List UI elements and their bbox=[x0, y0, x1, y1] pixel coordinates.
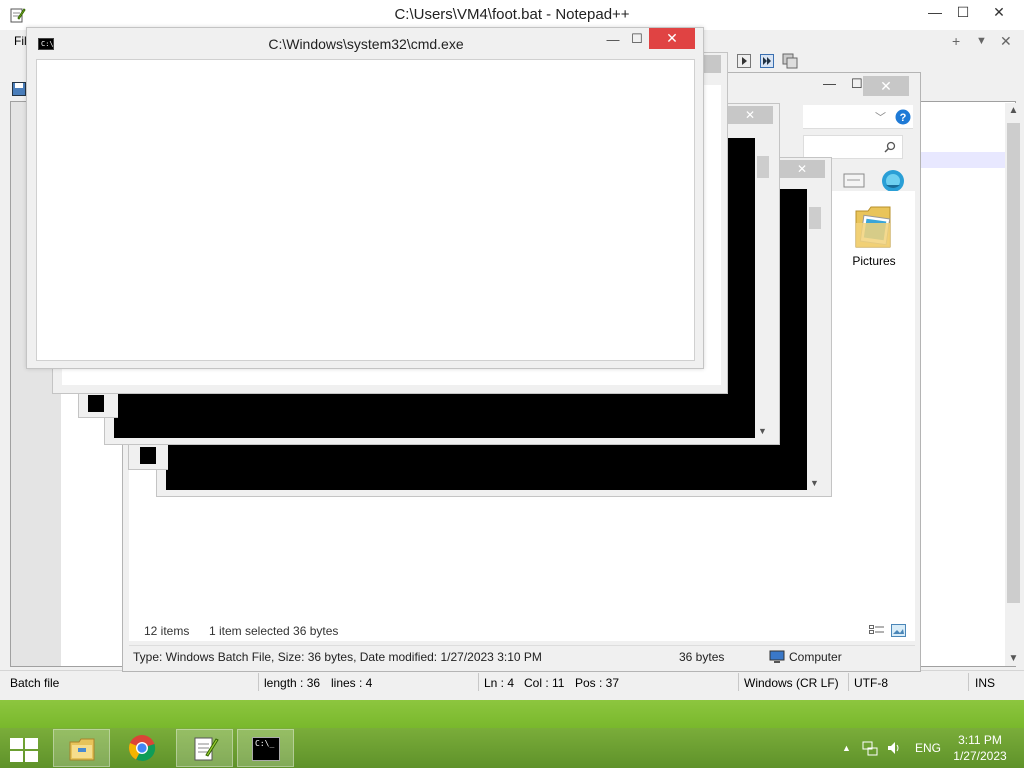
large-icons-view-icon[interactable] bbox=[891, 624, 907, 638]
clock-date: 1/27/2023 bbox=[953, 749, 1007, 763]
explorer-close-button[interactable]: ✕ bbox=[863, 76, 909, 96]
explorer-address-bar[interactable]: ﹀ ? bbox=[803, 105, 913, 129]
volume-icon[interactable] bbox=[886, 740, 902, 756]
status-file-type: Batch file bbox=[10, 676, 60, 690]
cmd-taskbar-icon: C:\_ bbox=[252, 737, 280, 761]
details-view-icon[interactable] bbox=[869, 625, 885, 637]
explorer-details-bar: Type: Windows Batch File, Size: 36 bytes… bbox=[129, 645, 915, 667]
minimize-button[interactable]: — bbox=[920, 2, 950, 22]
status-length: length : 36 bbox=[264, 676, 321, 690]
new-tab-icon[interactable]: + bbox=[952, 33, 960, 49]
start-button[interactable] bbox=[8, 736, 38, 762]
ghost-scrollbar[interactable]: ▼ bbox=[807, 189, 823, 490]
tab-list-icon[interactable]: ▼ bbox=[976, 35, 987, 47]
taskbar-chrome[interactable] bbox=[114, 729, 171, 767]
notepadpp-title: C:\Users\VM4\foot.bat - Notepad++ bbox=[394, 6, 630, 23]
help-icon[interactable]: ? bbox=[895, 109, 911, 125]
status-pos: Pos : 37 bbox=[575, 676, 620, 690]
svg-text:?: ? bbox=[900, 112, 907, 124]
current-line-highlight bbox=[921, 152, 1006, 168]
folder-icon bbox=[855, 206, 891, 248]
chrome-icon bbox=[129, 735, 156, 762]
status-encoding[interactable]: UTF-8 bbox=[854, 676, 888, 690]
clock-time: 3:11 PM bbox=[958, 733, 1002, 747]
folder-pictures[interactable]: Pictures bbox=[849, 203, 899, 268]
scroll-down-icon[interactable]: ▼ bbox=[1005, 653, 1022, 664]
status-eol[interactable]: Windows (CR LF) bbox=[744, 676, 839, 690]
taskbar: C:\_ ▲ ENG 3:11 PM 1/27/2023 bbox=[0, 728, 1024, 768]
selection-info: 1 item selected 36 bytes bbox=[209, 624, 339, 638]
cmd-close-button[interactable]: ✕ bbox=[649, 28, 695, 49]
show-hidden-icons-icon[interactable]: ▲ bbox=[842, 743, 851, 753]
status-insert-mode: INS bbox=[975, 676, 996, 690]
desktop-background bbox=[0, 700, 1024, 728]
notepadpp-icon bbox=[194, 737, 219, 761]
file-size: 36 bytes bbox=[679, 650, 725, 664]
cmd-console-area[interactable] bbox=[36, 59, 695, 361]
language-indicator[interactable]: ENG bbox=[915, 741, 941, 755]
taskbar-file-explorer[interactable] bbox=[53, 729, 110, 767]
chevron-down-icon[interactable]: ﹀ bbox=[875, 109, 886, 125]
cmd-minimize-button[interactable]: — bbox=[603, 32, 623, 47]
taskbar-cmd[interactable]: C:\_ bbox=[237, 729, 294, 767]
maximize-button[interactable]: ☐ bbox=[948, 2, 978, 22]
computer-icon bbox=[769, 650, 785, 663]
taskbar-notepadpp[interactable] bbox=[176, 729, 233, 767]
scroll-up-icon[interactable]: ▲ bbox=[1005, 105, 1022, 116]
items-count: 12 items bbox=[144, 624, 190, 638]
location-label: Computer bbox=[789, 650, 842, 664]
email-icon[interactable] bbox=[843, 171, 865, 189]
ghost-close-button[interactable]: ✕ bbox=[727, 106, 773, 124]
folder-pictures-label: Pictures bbox=[852, 254, 896, 268]
notepadpp-titlebar[interactable]: C:\Users\VM4\foot.bat - Notepad++ — ☐ ✕ bbox=[0, 0, 1024, 30]
ghost-scrollbar[interactable]: ▼ bbox=[755, 138, 771, 438]
cmd-window: C:\ C:\Windows\system32\cmd.exe — ☐ ✕ bbox=[26, 27, 704, 369]
explorer-minimize-button[interactable]: — bbox=[823, 76, 836, 91]
status-col: Col : 11 bbox=[524, 676, 565, 690]
ghost-close-button[interactable]: ✕ bbox=[779, 160, 825, 178]
explorer-maximize-button[interactable]: ☐ bbox=[851, 76, 863, 92]
save-icon[interactable] bbox=[12, 82, 26, 96]
menu-file[interactable]: Fil bbox=[14, 34, 27, 48]
clock[interactable]: 3:11 PM 1/27/2023 bbox=[944, 732, 1016, 764]
close-button[interactable]: ✕ bbox=[984, 2, 1014, 22]
cmd-maximize-button[interactable]: ☐ bbox=[627, 31, 647, 47]
explorer-status-bar: 12 items 1 item selected 36 bytes bbox=[129, 621, 915, 641]
run-macro-multiple-icon[interactable] bbox=[760, 54, 774, 68]
status-line: Ln : 4 bbox=[484, 676, 515, 690]
file-explorer-icon bbox=[69, 738, 95, 761]
explorer-search-box[interactable] bbox=[803, 135, 903, 159]
editor-vertical-scrollbar[interactable]: ▲ ▼ bbox=[1005, 103, 1022, 666]
status-bar: Batch file length : 36 lines : 4 Ln : 4 … bbox=[0, 670, 1024, 694]
globe-icon[interactable] bbox=[881, 169, 905, 193]
close-tab-icon[interactable]: ✕ bbox=[1000, 33, 1012, 50]
search-icon[interactable] bbox=[884, 141, 896, 153]
save-macro-icon[interactable] bbox=[782, 53, 798, 69]
file-details: Type: Windows Batch File, Size: 36 bytes… bbox=[133, 650, 542, 664]
status-lines: lines : 4 bbox=[331, 676, 373, 690]
network-icon[interactable] bbox=[862, 740, 878, 756]
scroll-thumb[interactable] bbox=[1007, 123, 1020, 603]
play-macro-icon[interactable] bbox=[737, 54, 751, 68]
